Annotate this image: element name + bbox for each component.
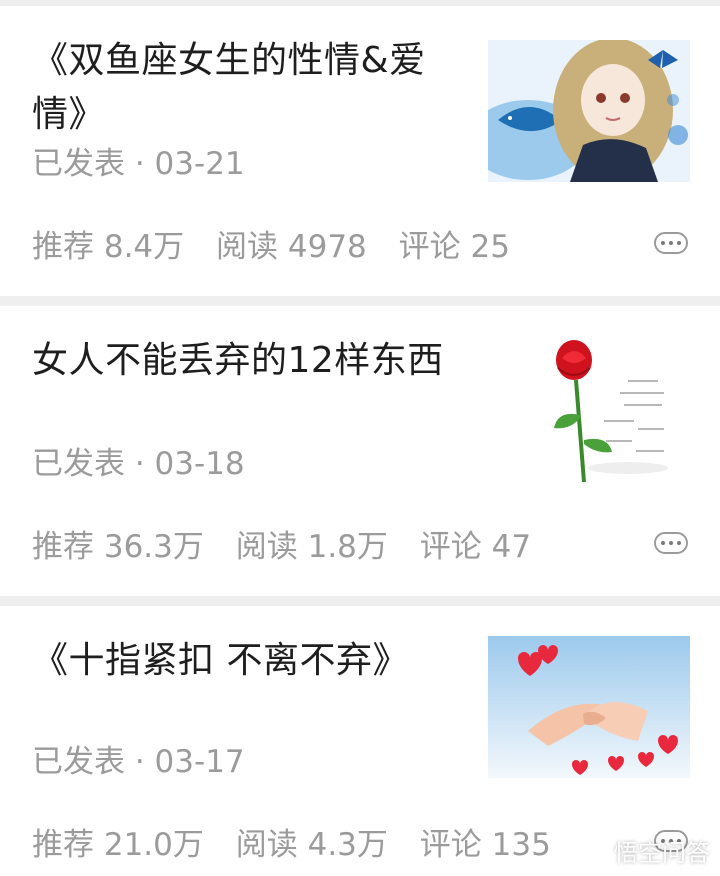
article-card[interactable]: 女人不能丢弃的12样东西 已发表 · 03-18 推荐 36.3万 阅读 1.8…	[0, 306, 720, 596]
more-dots-icon[interactable]	[654, 232, 688, 254]
recommend-count: 推荐 21.0万	[32, 827, 204, 863]
more-dots-icon[interactable]	[654, 532, 688, 554]
wukong-logo-icon	[579, 841, 607, 860]
anime-girl-with-fish-image	[488, 40, 690, 182]
article-feed: 《双鱼座女生的性情&爱情》 已发表 · 03-21 推荐 8.4万 阅读 497…	[0, 0, 720, 876]
recommend-count: 推荐 8.4万	[32, 229, 185, 265]
article-stats: 推荐 21.0万 阅读 4.3万 评论 135	[32, 819, 573, 864]
article-stats: 推荐 36.3万 阅读 1.8万 评论 47	[32, 521, 553, 566]
article-title[interactable]: 《双鱼座女生的性情&爱情》	[32, 34, 480, 142]
comment-count[interactable]: 评论 25	[399, 229, 510, 265]
article-date: 已发表 · 03-21	[32, 146, 245, 182]
read-count: 阅读 4978	[216, 229, 367, 265]
article-thumbnail[interactable]	[488, 636, 690, 778]
comment-count[interactable]: 评论 135	[420, 827, 551, 863]
comment-count[interactable]: 评论 47	[420, 529, 531, 565]
article-date: 已发表 · 03-17	[32, 744, 245, 780]
wukong-watermark: 悟空问答	[578, 833, 710, 868]
red-rose-image	[488, 340, 690, 482]
holding-hands-hearts-image	[488, 636, 690, 778]
article-stats: 推荐 8.4万 阅读 4978 评论 25	[32, 221, 532, 266]
read-count: 阅读 1.8万	[235, 529, 388, 565]
read-count: 阅读 4.3万	[235, 827, 388, 863]
article-card[interactable]: 《双鱼座女生的性情&爱情》 已发表 · 03-21 推荐 8.4万 阅读 497…	[0, 6, 720, 296]
article-thumbnail[interactable]	[488, 340, 690, 482]
article-title[interactable]: 《十指紧扣 不离不弃》	[32, 634, 480, 688]
watermark-text: 悟空问答	[614, 839, 710, 867]
recommend-count: 推荐 36.3万	[32, 529, 204, 565]
article-date: 已发表 · 03-18	[32, 446, 245, 482]
article-title[interactable]: 女人不能丢弃的12样东西	[32, 334, 462, 388]
article-thumbnail[interactable]	[488, 40, 690, 182]
